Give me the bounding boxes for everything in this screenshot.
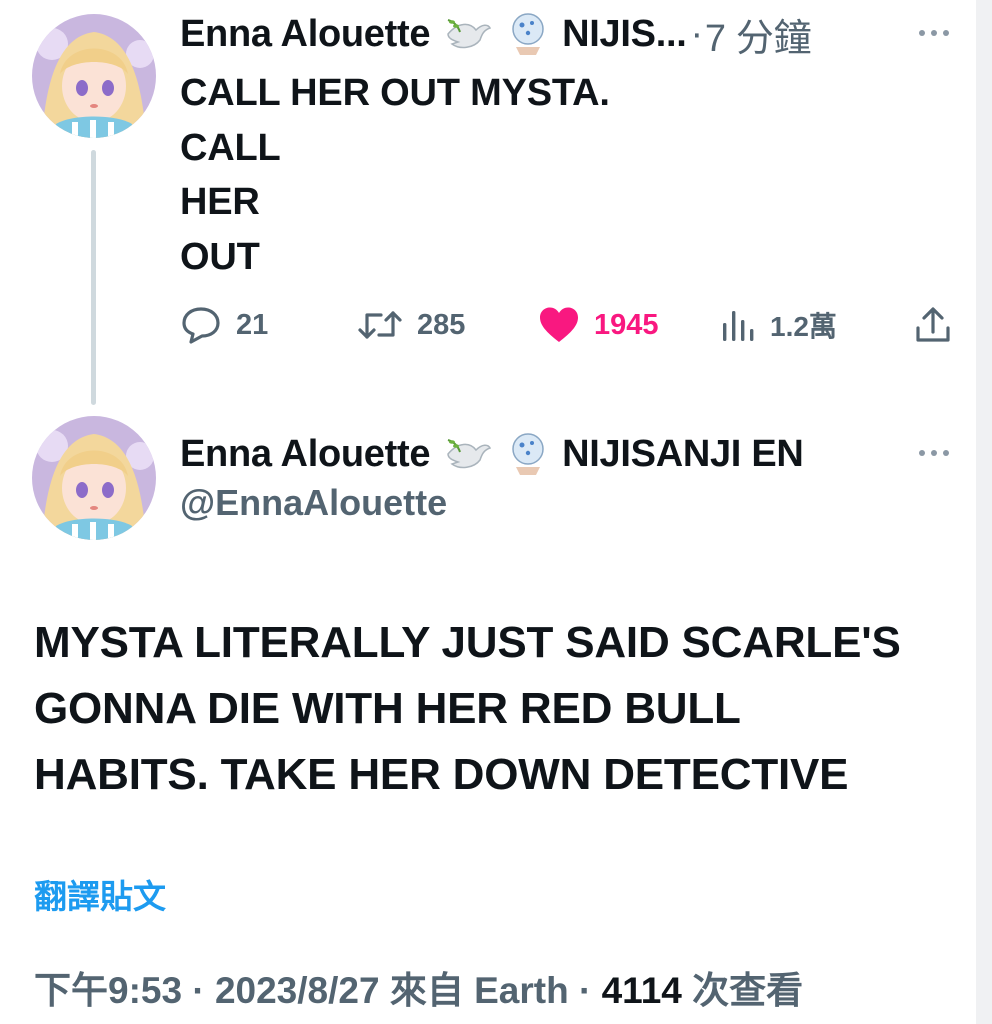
heart-icon [540,307,578,342]
bar-chart-icon [723,311,754,341]
post-time[interactable]: 下午9:53 [34,970,182,1011]
more-horizontal-icon[interactable] [919,30,949,36]
tweet-line: HER [180,181,260,223]
reply-count: 21 [236,308,269,341]
tweet-line: CALL HER OUT MYSTA. [180,72,610,114]
crystal-ball-icon [508,11,548,57]
tweet-line: CALL [180,126,281,169]
main-tweet-text: MYSTA LITERALLY JUST SAID SCARLE'S GONNA… [34,610,974,808]
avatar[interactable] [32,14,156,138]
views-label: 次查看 [681,970,804,1011]
reply-tweet-text: CALL HER OUT MYSTA. CALL HER OUT [180,66,610,284]
tweet-time[interactable]: 7 分鐘 [705,7,812,62]
tweet-line: GONNA DIE WITH HER RED BULL [34,684,741,733]
retweet-count: 285 [417,308,466,341]
view-count: 1.2萬 [770,311,837,342]
retweet-button[interactable]: 285 [357,303,465,347]
author-badge-label: NIJIS... [562,12,687,55]
reply-button[interactable]: 21 [180,303,268,347]
author-name[interactable]: Enna Alouette [180,433,430,476]
post-date[interactable]: 2023/8/27 [215,970,380,1011]
speech-bubble-icon [182,307,220,344]
reply-tweet-header: Enna Alouette NIJIS... · 7 分鐘 [180,10,812,60]
meta-separator: · [568,970,602,1011]
post-source: 來自 Earth [379,970,569,1011]
avatar[interactable] [32,416,156,540]
meta-separator: · [182,970,215,1011]
share-button[interactable] [914,303,966,347]
main-tweet-header: Enna Alouette NIJISANJI EN [180,430,804,478]
author-handle[interactable]: @EnnaAlouette [180,482,447,524]
time-separator: · [690,12,703,55]
views-button[interactable]: 1.2萬 [720,303,837,347]
like-count: 1945 [594,308,659,341]
retweet-icon [358,311,402,339]
screen-edge [976,0,992,1024]
author-name[interactable]: Enna Alouette [180,13,430,56]
like-button[interactable]: 1945 [538,303,659,347]
share-icon [916,307,950,342]
crystal-ball-icon [508,431,548,477]
views-count: 4114 [601,970,682,1011]
tweet-line: HABITS. TAKE HER DOWN DETECTIVE [34,750,849,799]
thread-connector-line [91,150,96,405]
author-badge-label: NIJISANJI EN [562,432,804,475]
dove-icon [444,12,492,56]
translate-post-link[interactable]: 翻譯貼文 [34,870,166,918]
tweet-line: MYSTA LITERALLY JUST SAID SCARLE'S [34,618,901,667]
dove-icon [444,432,492,476]
more-horizontal-icon[interactable] [919,450,949,456]
tweet-line: OUT [180,235,260,278]
tweet-meta: 下午9:53 · 2023/8/27 來自 Earth · 4114 次查看 [34,960,803,1014]
